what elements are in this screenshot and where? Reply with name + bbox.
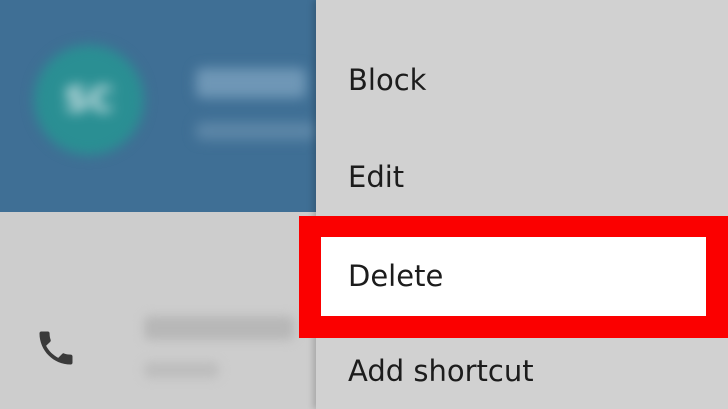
contact-name-blurred xyxy=(196,68,306,98)
phone-icon-glyph xyxy=(39,331,73,365)
phone-icon[interactable] xyxy=(34,326,78,370)
overflow-menu: Block Edit Add shortcut xyxy=(316,0,728,409)
menu-item-delete[interactable]: Delete xyxy=(321,237,706,316)
phone-number-blurred xyxy=(144,316,294,340)
delete-highlight-box: Delete xyxy=(299,216,728,338)
phone-type-blurred xyxy=(144,362,219,378)
menu-item-add-shortcut[interactable]: Add shortcut xyxy=(348,354,534,388)
menu-item-edit[interactable]: Edit xyxy=(348,160,404,194)
contact-subtitle-blurred xyxy=(196,122,316,140)
screen: SC Block Edit Add shortcut Delete xyxy=(0,0,728,409)
menu-item-block[interactable]: Block xyxy=(348,63,426,97)
avatar: SC xyxy=(34,45,144,155)
menu-item-delete-label: Delete xyxy=(348,259,444,293)
